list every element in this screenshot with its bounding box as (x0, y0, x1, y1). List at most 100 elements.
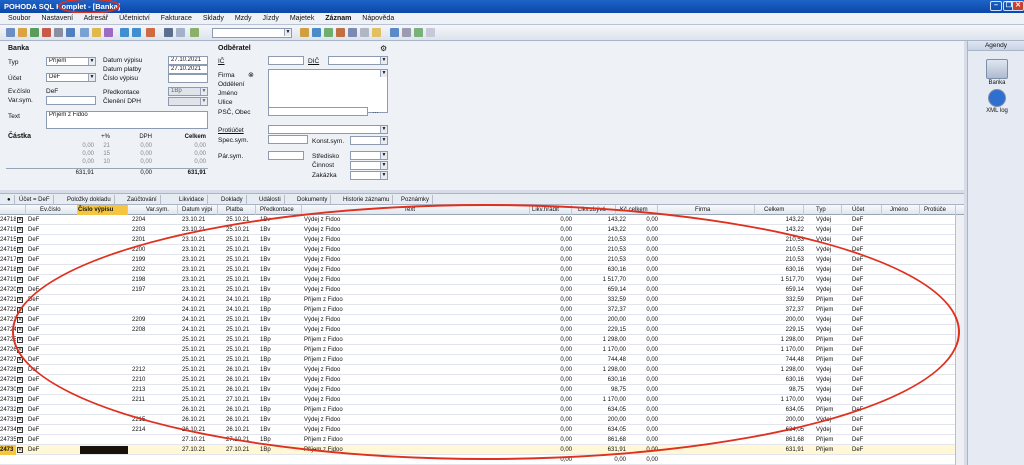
table-row[interactable]: ✕ 24731 DeF 2211 25.10.21 27.10.21 1Bv Výdej z … (0, 395, 955, 405)
attach-icon[interactable] (402, 28, 411, 37)
stredisko-select[interactable]: ▼ (350, 151, 388, 160)
table-row[interactable]: ✕ 24734 DeF 2214 26.10.21 26.10.21 1Bv Výdej z … (0, 425, 955, 435)
tab-polozky-dokladu[interactable]: Položky dokladu (64, 195, 115, 205)
menu-sklady[interactable]: Sklady (203, 15, 224, 22)
tab-poznamky[interactable]: Poznámky (398, 195, 434, 205)
row-checkbox[interactable]: ✕ (17, 417, 23, 423)
row-checkbox[interactable]: ✕ (17, 427, 23, 433)
datum-vypisu-input[interactable]: 27.10.2021 (168, 56, 208, 65)
save-icon[interactable] (30, 28, 39, 37)
menu-soubor[interactable]: Soubor (8, 15, 31, 22)
mail-icon[interactable] (312, 28, 321, 37)
col-header-cislo-vypisu[interactable]: Číslo výpisu (78, 205, 128, 215)
check-icon[interactable] (414, 28, 423, 37)
row-checkbox[interactable]: ✕ (17, 357, 23, 363)
table-row[interactable]: ✕ 24722 DeF 24.10.21 24.10.21 1Bp Příjem z Fid… (0, 305, 955, 315)
tab-historie-zaznamu[interactable]: Historie záznamu (340, 195, 394, 205)
col-header-select[interactable] (0, 205, 26, 215)
refresh-icon[interactable] (146, 28, 155, 37)
col-header-jmeno[interactable]: Jméno (890, 205, 920, 215)
psc-input[interactable] (268, 107, 368, 116)
menu-zaznam[interactable]: Záznam (325, 15, 351, 22)
gear-icon[interactable]: ⚙ (380, 44, 387, 53)
row-checkbox[interactable]: ✕ (17, 307, 23, 313)
col-header-likv-hradit[interactable]: Likv.hradit (532, 205, 572, 215)
table-row[interactable]: ✕ 24728 DeF 2212 25.10.21 26.10.21 1Bv Výdej z … (0, 365, 955, 375)
dic-label[interactable]: DIČ (308, 58, 319, 65)
clear-icon[interactable]: ⊗ (248, 71, 254, 79)
row-checkbox[interactable]: ✕ (17, 267, 23, 273)
parsym-input[interactable] (268, 151, 304, 160)
predkontace-select[interactable]: 1Bp ▼ (168, 87, 208, 96)
menu-majetek[interactable]: Majetek (290, 15, 315, 22)
search-icon[interactable] (92, 28, 101, 37)
row-checkbox[interactable]: ✕ (17, 437, 23, 443)
edit-icon[interactable] (104, 28, 113, 37)
new-icon[interactable] (6, 28, 15, 37)
link-icon[interactable] (390, 28, 399, 37)
agenda-item-banka[interactable]: Banka (984, 59, 1010, 86)
table-row[interactable]: ✕ 24718 DeF 2204 23.10.21 25.10.21 1Bv Výdej z … (0, 215, 955, 225)
menu-fakturace[interactable]: Fakturace (161, 15, 192, 22)
tab-zauctovani[interactable]: Zaúčtování (124, 195, 161, 205)
col-header-celkem[interactable]: Celkem (764, 205, 804, 215)
open-icon[interactable] (18, 28, 27, 37)
table-row[interactable]: ✕ 24724 DeF 2208 24.10.21 25.10.21 1Bv Výdej z … (0, 325, 955, 335)
agenda-item-xml-log[interactable]: XML log (984, 89, 1010, 114)
toolbar-combo[interactable]: ▼ (212, 28, 292, 38)
table-row[interactable]: ✕ 24717 DeF 2199 23.10.21 25.10.21 1Bv Výdej z … (0, 255, 955, 265)
tab-ucet-filter[interactable]: Účet = DeF (16, 195, 54, 205)
col-header-typ[interactable]: Typ (816, 205, 842, 215)
delete-icon[interactable] (42, 28, 51, 37)
nav-prev-icon[interactable] (120, 28, 129, 37)
ucet-select[interactable]: DeF ▼ (46, 73, 96, 82)
typ-select[interactable]: Příjem ▼ (46, 57, 96, 66)
menu-nastaveni[interactable]: Nastavení (42, 15, 74, 22)
col-header-evcislo[interactable]: Ev.číslo (40, 205, 78, 215)
star-icon[interactable] (372, 28, 381, 37)
row-checkbox[interactable]: ✕ (17, 367, 23, 373)
print-icon[interactable] (54, 28, 63, 37)
minimize-button[interactable]: – (990, 1, 1002, 11)
menu-jizdy[interactable]: Jízdy (263, 15, 279, 22)
row-checkbox[interactable]: ✕ (17, 237, 23, 243)
row-checkbox[interactable]: ✕ (17, 297, 23, 303)
row-checkbox[interactable]: ✕ (17, 277, 23, 283)
col-header-predkontace[interactable]: Předkontace (260, 205, 302, 215)
filter-icon[interactable] (80, 28, 89, 37)
table-row[interactable]: ✕ 24716 DeF 2200 23.10.21 25.10.21 1Bv Výdej z … (0, 245, 955, 255)
col-header-platba[interactable]: Platba (226, 205, 256, 215)
row-checkbox[interactable]: ✕ (17, 447, 23, 453)
row-checkbox[interactable]: ✕ (17, 337, 23, 343)
table-row[interactable]: ✕ 2473 DeF 27.10.21 27.10.21 1Bp Příjem z Fido… (0, 445, 955, 455)
table-row[interactable]: ✕ 24730 DeF 2213 25.10.21 26.10.21 1Bv Výdej z … (0, 385, 955, 395)
col-header-varsym[interactable]: Var.sym. (146, 205, 178, 215)
col-header-firma[interactable]: Firma (695, 205, 755, 215)
tab-udalosti[interactable]: Události (256, 195, 285, 205)
folder-icon[interactable] (300, 28, 309, 37)
col-header-ucet[interactable]: Účet (852, 205, 882, 215)
datum-platby-input[interactable]: 27.10.2021 (168, 65, 208, 74)
settings-icon[interactable] (348, 28, 357, 37)
table-row[interactable]: ✕ 24732 DeF 26.10.21 26.10.21 1Bp Příjem z Fid… (0, 405, 955, 415)
table-row[interactable]: ✕ 24727 DeF 25.10.21 25.10.21 1Bp Příjem z Fid… (0, 355, 955, 365)
cinnost-select[interactable]: ▼ (350, 161, 388, 170)
specsym-input[interactable] (268, 135, 308, 144)
export-icon[interactable] (324, 28, 333, 37)
tab-likvidace[interactable]: Likvidace (176, 195, 209, 205)
row-checkbox[interactable]: ✕ (17, 227, 23, 233)
table-row[interactable]: ✕ 24721 DeF 24.10.21 24.10.21 1Bp Příjem z Fid… (0, 295, 955, 305)
table-row[interactable]: ✕ 24715 DeF 2201 23.10.21 25.10.21 1Bv Výdej z … (0, 235, 955, 245)
table-row[interactable]: ✕ 24735 DeF 27.10.21 27.10.21 1Bp Příjem z Fid… (0, 435, 955, 445)
konstsym-select[interactable]: ▼ (350, 136, 388, 145)
text-input[interactable]: Příjem z Fidoo (46, 111, 208, 129)
cislo-vypisu-input[interactable] (168, 74, 208, 83)
table-row[interactable]: ✕ 24729 DeF 2210 25.10.21 26.10.21 1Bv Výdej z … (0, 375, 955, 385)
dic-select[interactable]: ▼ (328, 56, 388, 65)
row-checkbox[interactable]: ✕ (17, 247, 23, 253)
grid-scrollbar[interactable] (955, 215, 964, 465)
protiucet-select[interactable]: ▼ (268, 125, 388, 134)
row-checkbox[interactable]: ✕ (17, 217, 23, 223)
row-checkbox[interactable]: ✕ (17, 377, 23, 383)
col-header-likv-zbyva[interactable]: Likv.zbývá (578, 205, 616, 215)
